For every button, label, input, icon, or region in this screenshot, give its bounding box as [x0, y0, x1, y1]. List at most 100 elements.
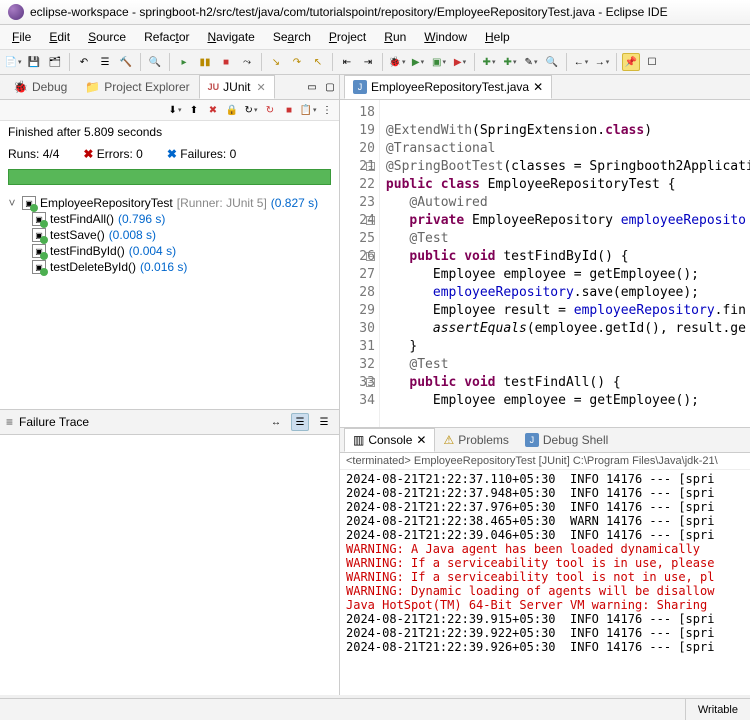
- tab-debug-shell-label: Debug Shell: [543, 433, 608, 447]
- test-name: testFindAll(): [50, 212, 114, 226]
- rerun-failed-button[interactable]: ↻: [262, 102, 278, 118]
- close-icon[interactable]: ✕: [533, 80, 543, 94]
- tree-test-row[interactable]: ▣testFindById() (0.004 s): [4, 243, 335, 259]
- runner-label: [Runner: JUnit 5]: [177, 196, 267, 210]
- tree-test-row[interactable]: ▣testFindAll() (0.796 s): [4, 211, 335, 227]
- main-area: 🐞Debug 📁Project Explorer JUJUnit✕ ▭ ▢ ⬇ …: [0, 75, 750, 695]
- view-menu-button[interactable]: ⋮: [319, 102, 335, 118]
- right-panel: J EmployeeRepositoryTest.java ✕ 181920−2…: [340, 75, 750, 695]
- tree-test-row[interactable]: ▣testDeleteById() (0.016 s): [4, 259, 335, 275]
- tab-project-explorer[interactable]: 📁 Project Explorer: [76, 75, 198, 99]
- new-java-class-button[interactable]: ✚: [480, 53, 498, 71]
- tab-problems-label: Problems: [458, 433, 509, 447]
- stop-junit-button[interactable]: ■: [281, 102, 297, 118]
- minimize-view-button[interactable]: ▭: [303, 78, 321, 96]
- tab-console[interactable]: ▥Console✕: [344, 428, 435, 452]
- runs-counter: Runs: 4/4: [8, 147, 59, 161]
- close-icon[interactable]: ✕: [257, 81, 266, 94]
- step-into-button[interactable]: ↘: [267, 53, 285, 71]
- drop-frame-button[interactable]: ⇤: [338, 53, 356, 71]
- problems-icon: ⚠: [443, 433, 454, 447]
- status-bar: Writable: [0, 698, 750, 720]
- next-failure-button[interactable]: ⬇: [167, 102, 183, 118]
- resume-button[interactable]: ▸: [175, 53, 193, 71]
- test-pass-icon: ▣: [22, 196, 36, 210]
- menu-window[interactable]: Window: [416, 27, 475, 47]
- suspend-button[interactable]: ▮▮: [196, 53, 214, 71]
- tab-debug-shell[interactable]: JDebug Shell: [517, 429, 616, 451]
- menu-search[interactable]: Search: [265, 27, 319, 47]
- disconnect-button[interactable]: ⤳: [238, 53, 256, 71]
- coverage-button[interactable]: ▣: [430, 53, 448, 71]
- junit-tree[interactable]: ˅ ▣ EmployeeRepositoryTest [Runner: JUni…: [0, 189, 339, 409]
- prev-failure-button[interactable]: ⬆: [186, 102, 202, 118]
- perspective-button[interactable]: ☐: [643, 53, 661, 71]
- search-toolbar-button[interactable]: 🔍: [543, 53, 561, 71]
- menu-refactor[interactable]: Refactor: [136, 27, 197, 47]
- menu-edit[interactable]: Edit: [41, 27, 78, 47]
- test-name: testDeleteById(): [50, 260, 136, 274]
- tab-debug-label: Debug: [32, 80, 67, 94]
- toggle-button[interactable]: ☰: [96, 53, 114, 71]
- run-button[interactable]: ▶: [409, 53, 427, 71]
- menu-file[interactable]: File: [4, 27, 39, 47]
- tab-debug[interactable]: 🐞Debug: [4, 75, 76, 99]
- menu-navigate[interactable]: Navigate: [199, 27, 262, 47]
- folder-icon: 📁: [85, 80, 100, 94]
- step-filters-button[interactable]: ⇥: [359, 53, 377, 71]
- maximize-view-button[interactable]: ▢: [321, 78, 339, 96]
- failures-counter: ✖ Failures: 0: [167, 147, 236, 161]
- filter-trace-button[interactable]: ☰: [291, 413, 309, 431]
- tab-junit[interactable]: JUJUnit✕: [199, 75, 275, 99]
- history-button[interactable]: 📋: [300, 102, 316, 118]
- tab-explorer-label: Project Explorer: [104, 80, 189, 94]
- open-type-button[interactable]: 🔍: [146, 53, 164, 71]
- back-button[interactable]: ←: [572, 53, 590, 71]
- test-pass-icon: ▣: [32, 260, 46, 274]
- status-writable: Writable: [685, 699, 738, 720]
- save-button[interactable]: 💾: [25, 53, 43, 71]
- step-over-button[interactable]: ↷: [288, 53, 306, 71]
- expand-icon[interactable]: ˅: [6, 196, 18, 210]
- terminate-button[interactable]: ■: [217, 53, 235, 71]
- tab-problems[interactable]: ⚠ Problems: [435, 429, 516, 451]
- error-icon: ✖: [83, 147, 93, 161]
- menu-source[interactable]: Source: [80, 27, 134, 47]
- compare-button[interactable]: ↔: [267, 413, 285, 431]
- trace-menu-button[interactable]: ☰: [315, 413, 333, 431]
- code-editor[interactable]: 181920−212223−2425−26272829303132−3334 @…: [340, 100, 750, 427]
- rerun-button[interactable]: ↻: [243, 102, 259, 118]
- show-failures-button[interactable]: ✖: [205, 102, 221, 118]
- pin-button[interactable]: 📌: [622, 53, 640, 71]
- debug-button[interactable]: 🐞: [388, 53, 406, 71]
- line-gutter[interactable]: 181920−212223−2425−26272829303132−3334: [340, 100, 380, 427]
- test-pass-icon: ▣: [32, 228, 46, 242]
- failure-trace-body: [0, 435, 339, 695]
- build-button[interactable]: 🔨: [117, 53, 135, 71]
- left-view-tabs: 🐞Debug 📁 Project Explorer JUJUnit✕ ▭ ▢: [0, 75, 339, 100]
- separator: [332, 53, 333, 71]
- forward-button[interactable]: →: [593, 53, 611, 71]
- editor-tab[interactable]: J EmployeeRepositoryTest.java ✕: [344, 75, 552, 99]
- menu-help[interactable]: Help: [477, 27, 518, 47]
- step-return-button[interactable]: ↖: [309, 53, 327, 71]
- new-button[interactable]: 📄: [4, 53, 22, 71]
- tree-test-row[interactable]: ▣testSave() (0.008 s): [4, 227, 335, 243]
- scroll-lock-button[interactable]: 🔒: [224, 102, 240, 118]
- menu-project[interactable]: Project: [321, 27, 374, 47]
- junit-icon: JU: [208, 82, 220, 92]
- close-icon[interactable]: ✕: [416, 433, 426, 447]
- menu-run[interactable]: Run: [376, 27, 414, 47]
- new-package-button[interactable]: ✚: [501, 53, 519, 71]
- tree-suite-row[interactable]: ˅ ▣ EmployeeRepositoryTest [Runner: JUni…: [4, 195, 335, 211]
- suite-name: EmployeeRepositoryTest: [40, 196, 173, 210]
- code-area[interactable]: @ExtendWith(SpringExtension.class)@Trans…: [380, 100, 750, 427]
- left-panel: 🐞Debug 📁Project Explorer JUJUnit✕ ▭ ▢ ⬇ …: [0, 75, 340, 695]
- junit-status: Finished after 5.809 seconds: [0, 121, 339, 143]
- separator: [474, 53, 475, 71]
- open-task-button[interactable]: ✎: [522, 53, 540, 71]
- run-last-button[interactable]: ▶: [451, 53, 469, 71]
- console-output[interactable]: 2024-08-21T21:22:37.110+05:30 INFO 14176…: [340, 470, 750, 695]
- save-all-button[interactable]: 🗂: [46, 53, 64, 71]
- undo-button[interactable]: ↶: [75, 53, 93, 71]
